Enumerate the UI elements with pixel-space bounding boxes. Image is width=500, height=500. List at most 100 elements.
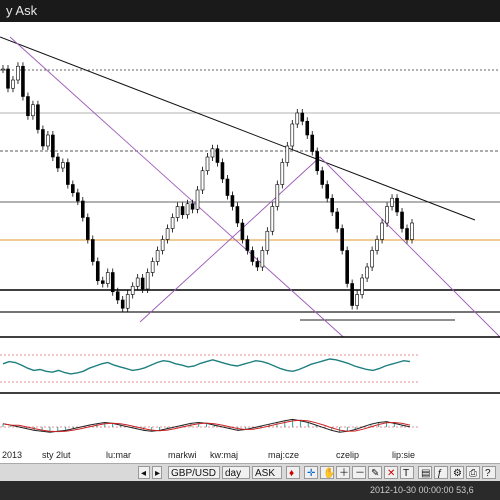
candle-body[interactable]	[370, 250, 374, 268]
candle-body[interactable]	[1, 68, 5, 71]
candle-body[interactable]	[235, 206, 240, 224]
candle-body[interactable]	[315, 151, 320, 172]
candle-body[interactable]	[205, 156, 210, 172]
candle-body[interactable]	[340, 228, 344, 251]
candle-body[interactable]	[85, 217, 90, 240]
candle-body[interactable]	[36, 104, 40, 130]
trendline-purple-1[interactable]	[9, 36, 361, 353]
candle-body[interactable]	[285, 145, 290, 163]
candle-body[interactable]	[160, 239, 165, 251]
candle-body[interactable]	[105, 272, 110, 284]
candle-body[interactable]	[355, 294, 359, 306]
template-icon[interactable]: ▤	[418, 466, 432, 479]
candle-body[interactable]	[290, 123, 295, 147]
candle-body[interactable]	[170, 217, 175, 229]
candle-body[interactable]	[16, 65, 20, 81]
chart-area[interactable]	[0, 22, 500, 454]
candle-body[interactable]	[125, 294, 130, 309]
candle-body[interactable]	[165, 228, 170, 240]
settings-icon[interactable]: ⚙	[450, 466, 464, 479]
candle-body[interactable]	[310, 134, 315, 152]
candle-body[interactable]	[56, 156, 60, 169]
candle-body[interactable]	[66, 162, 70, 185]
candle-body[interactable]	[155, 250, 160, 262]
candle-body[interactable]	[6, 68, 10, 89]
candle-body[interactable]	[375, 239, 379, 251]
candle-body[interactable]	[365, 266, 369, 279]
zoom-out-icon[interactable]: －	[352, 466, 366, 479]
candle-body[interactable]	[255, 261, 260, 268]
candle-body[interactable]	[240, 222, 245, 240]
candle-body[interactable]	[110, 272, 115, 293]
candle-body[interactable]	[275, 184, 280, 207]
candle-body[interactable]	[400, 211, 404, 229]
candle-body[interactable]	[395, 197, 399, 213]
candle-body[interactable]	[71, 184, 75, 194]
candle-body[interactable]	[405, 228, 409, 240]
candle-body[interactable]	[200, 170, 205, 191]
candle-body[interactable]	[120, 299, 125, 309]
candlestick-series[interactable]	[1, 62, 414, 313]
candle-body[interactable]	[145, 272, 150, 290]
candle-body[interactable]	[250, 250, 255, 262]
candle-body[interactable]	[270, 206, 275, 232]
candle-body[interactable]	[195, 189, 200, 210]
candle-body[interactable]	[280, 162, 285, 185]
drawing-tool-icon[interactable]: ✎	[368, 466, 382, 479]
candle-body[interactable]	[220, 162, 225, 180]
candle-body[interactable]	[21, 65, 25, 97]
candle-body[interactable]	[95, 261, 100, 282]
candle-body[interactable]	[325, 184, 330, 199]
candle-body[interactable]	[100, 280, 105, 284]
candle-body[interactable]	[190, 203, 195, 210]
candle-body[interactable]	[130, 285, 135, 295]
candle-body[interactable]	[115, 291, 120, 301]
candle-body[interactable]	[185, 203, 190, 216]
candle-body[interactable]	[330, 197, 334, 213]
candle-body[interactable]	[180, 206, 185, 216]
candle-body[interactable]	[51, 134, 55, 158]
text-tool-icon[interactable]: T	[400, 466, 414, 479]
indicators-icon[interactable]: ƒ	[434, 466, 448, 479]
candle-body[interactable]	[305, 120, 310, 136]
price-chart[interactable]	[0, 22, 500, 454]
candle-body[interactable]	[135, 277, 140, 287]
candle-body[interactable]	[90, 239, 95, 262]
zoom-in-icon[interactable]: ＋	[336, 466, 350, 479]
delete-icon[interactable]: ✕	[384, 466, 398, 479]
candle-body[interactable]	[31, 104, 35, 117]
candle-body[interactable]	[46, 134, 50, 147]
candle-body[interactable]	[76, 192, 80, 202]
candle-body[interactable]	[41, 129, 45, 147]
candle-body[interactable]	[61, 162, 65, 169]
hand-tool-icon[interactable]: ✋	[320, 466, 335, 479]
candle-body[interactable]	[390, 197, 394, 207]
candle-body[interactable]	[245, 239, 250, 251]
candle-body[interactable]	[210, 148, 215, 158]
candle-body[interactable]	[320, 170, 325, 185]
candle-body[interactable]	[260, 250, 265, 268]
candle-body[interactable]	[140, 277, 145, 290]
candle-body[interactable]	[11, 79, 15, 89]
candle-body[interactable]	[150, 261, 155, 273]
candle-body[interactable]	[265, 230, 270, 251]
candle-style-icon[interactable]: ♦	[286, 466, 300, 479]
help-icon[interactable]: ?	[482, 466, 496, 479]
candle-body[interactable]	[385, 206, 389, 224]
candle-body[interactable]	[175, 206, 180, 218]
candle-body[interactable]	[300, 112, 305, 122]
price-type-select[interactable]: ASK ▾	[252, 466, 282, 492]
period-select[interactable]: day ▾	[222, 466, 250, 492]
candle-body[interactable]	[225, 178, 230, 196]
candle-body[interactable]	[380, 222, 384, 240]
crosshair-icon[interactable]: ✛	[304, 466, 318, 479]
candle-body[interactable]	[360, 277, 364, 295]
candle-body[interactable]	[26, 96, 30, 117]
print-icon[interactable]: ⎙	[466, 466, 480, 479]
candle-body[interactable]	[410, 222, 414, 240]
scroll-right-icon[interactable]: ▸	[152, 466, 162, 479]
candle-body[interactable]	[81, 200, 85, 218]
candle-body[interactable]	[295, 112, 300, 125]
candle-body[interactable]	[335, 211, 339, 229]
instrument-select[interactable]: GBP/USD ▾	[168, 466, 220, 492]
